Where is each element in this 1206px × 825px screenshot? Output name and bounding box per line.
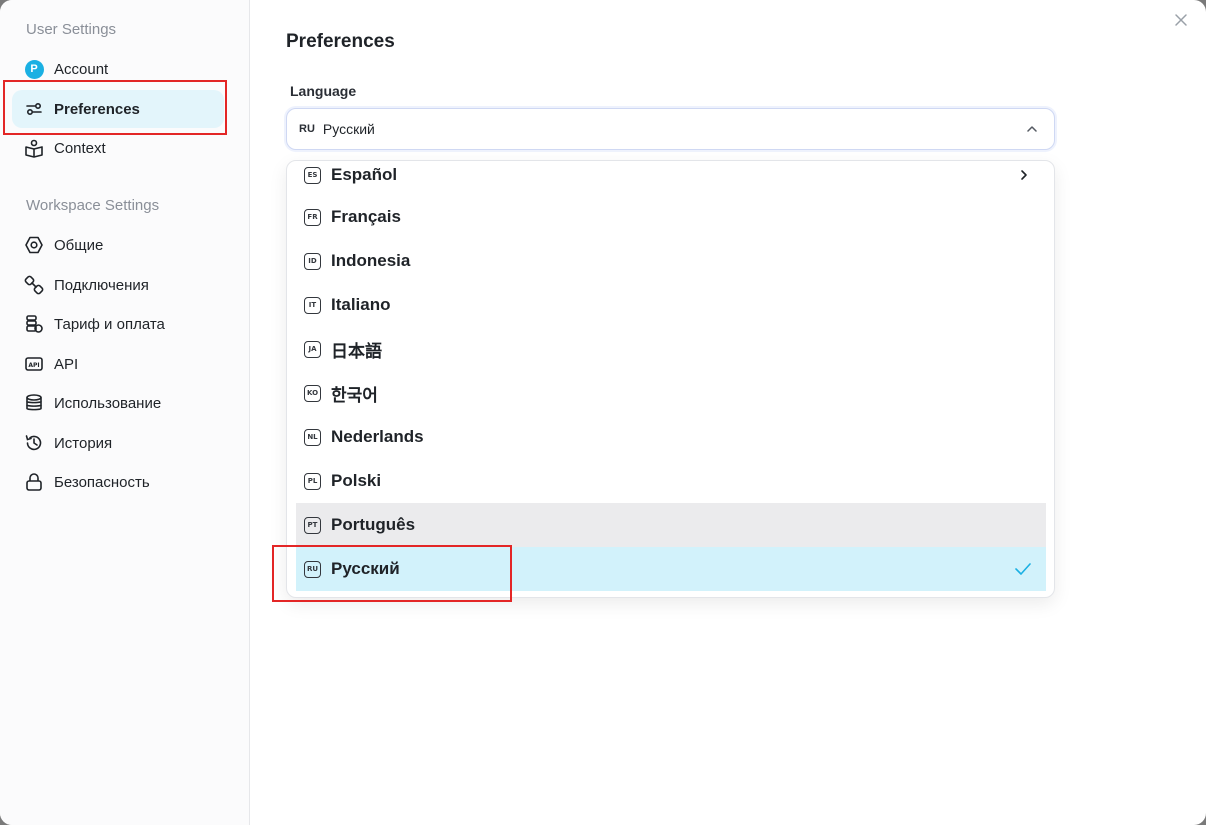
sidebar-item-label: Использование (54, 394, 162, 412)
sidebar-item-account[interactable]: P Account (12, 50, 224, 88)
avatar: P (24, 59, 44, 79)
api-icon: API (24, 354, 44, 374)
language-option-fr[interactable]: FR Français (296, 195, 1046, 239)
language-dropdown: ES Español FR Français ID Indonesia IT I… (286, 160, 1055, 598)
language-code: RU (299, 123, 315, 135)
sidebar-item-billing[interactable]: Тариф и оплата (12, 305, 224, 343)
svg-text:API: API (28, 362, 39, 369)
book-person-icon (24, 138, 44, 158)
database-icon (24, 393, 44, 413)
sidebar-item-connections[interactable]: Подключения (12, 266, 224, 304)
user-settings-heading: User Settings (26, 21, 117, 38)
sidebar-item-label: Общие (54, 236, 104, 254)
settings-sidebar: User Settings P Account Preferences Cont… (0, 0, 250, 825)
lock-icon (24, 472, 44, 492)
close-icon (1175, 14, 1187, 26)
language-code-badge: KO (304, 384, 321, 402)
sidebar-item-preferences[interactable]: Preferences (12, 90, 224, 128)
sidebar-item-label: Тариф и оплата (54, 315, 165, 333)
language-code-badge: NL (304, 428, 321, 446)
language-option-label: Italiano (331, 295, 391, 314)
language-option-pt[interactable]: PT Português (296, 503, 1046, 547)
language-code-badge: PL (304, 472, 321, 490)
sidebar-item-label: API (54, 355, 79, 373)
page-title: Preferences (286, 31, 395, 52)
sidebar-item-label: Account (54, 60, 109, 78)
sidebar-item-context[interactable]: Context (12, 129, 224, 167)
sliders-icon (24, 99, 44, 119)
language-option-id[interactable]: ID Indonesia (296, 239, 1046, 283)
coins-icon (24, 314, 44, 334)
hexagon-icon (24, 235, 44, 255)
language-option-nl[interactable]: NL Nederlands (296, 415, 1046, 459)
language-option-it[interactable]: IT Italiano (296, 283, 1046, 327)
workspace-settings-heading: Workspace Settings (26, 197, 160, 214)
language-code-badge: ES (304, 166, 321, 184)
language-code-badge: IT (304, 296, 321, 314)
plug-icon (24, 275, 44, 295)
language-select[interactable]: RU Русский (286, 108, 1055, 150)
language-option-label: Polski (331, 471, 382, 490)
language-option-ko[interactable]: KO 한국어 (296, 371, 1046, 415)
language-option-label: 한국어 (331, 385, 378, 405)
chevron-up-icon (1024, 121, 1040, 142)
language-option-label: Português (331, 515, 416, 534)
settings-modal: User Settings P Account Preferences Cont… (0, 0, 1206, 825)
language-option-label: Русский (331, 559, 400, 578)
sidebar-item-label: Preferences (54, 100, 140, 118)
sidebar-item-security[interactable]: Безопасность (12, 463, 224, 501)
language-code-badge: RU (304, 560, 321, 578)
language-code-badge: PT (304, 516, 321, 534)
sidebar-item-usage[interactable]: Использование (12, 384, 224, 422)
language-option-label: Indonesia (331, 251, 411, 270)
sidebar-item-history[interactable]: История (12, 424, 224, 462)
language-option-es[interactable]: ES Español (296, 161, 1046, 197)
close-button[interactable] (1170, 9, 1192, 31)
language-option-ja[interactable]: JA 日本語 (296, 327, 1046, 371)
language-option-label: Español (331, 165, 398, 184)
language-option-label: Français (331, 207, 401, 226)
language-option-label: Nederlands (331, 427, 424, 446)
language-label: Language (290, 83, 357, 99)
chevron-right-icon (1016, 167, 1032, 188)
avatar-icon: P (24, 59, 44, 79)
sidebar-item-label: Подключения (54, 276, 149, 294)
language-option-label: 日本語 (331, 341, 382, 361)
sidebar-item-api[interactable]: API API (12, 345, 224, 383)
language-code-badge: FR (304, 208, 321, 226)
sidebar-item-label: Безопасность (54, 473, 150, 491)
language-code-badge: JA (304, 340, 321, 358)
sidebar-item-label: История (54, 434, 113, 452)
sidebar-item-general[interactable]: Общие (12, 226, 224, 264)
language-code-badge: ID (304, 252, 321, 270)
check-icon (1014, 561, 1032, 582)
language-select-value: Русский (322, 121, 375, 137)
history-icon (24, 433, 44, 453)
language-option-ru[interactable]: RU Русский (296, 547, 1046, 591)
sidebar-item-label: Context (54, 139, 106, 157)
language-option-pl[interactable]: PL Polski (296, 459, 1046, 503)
